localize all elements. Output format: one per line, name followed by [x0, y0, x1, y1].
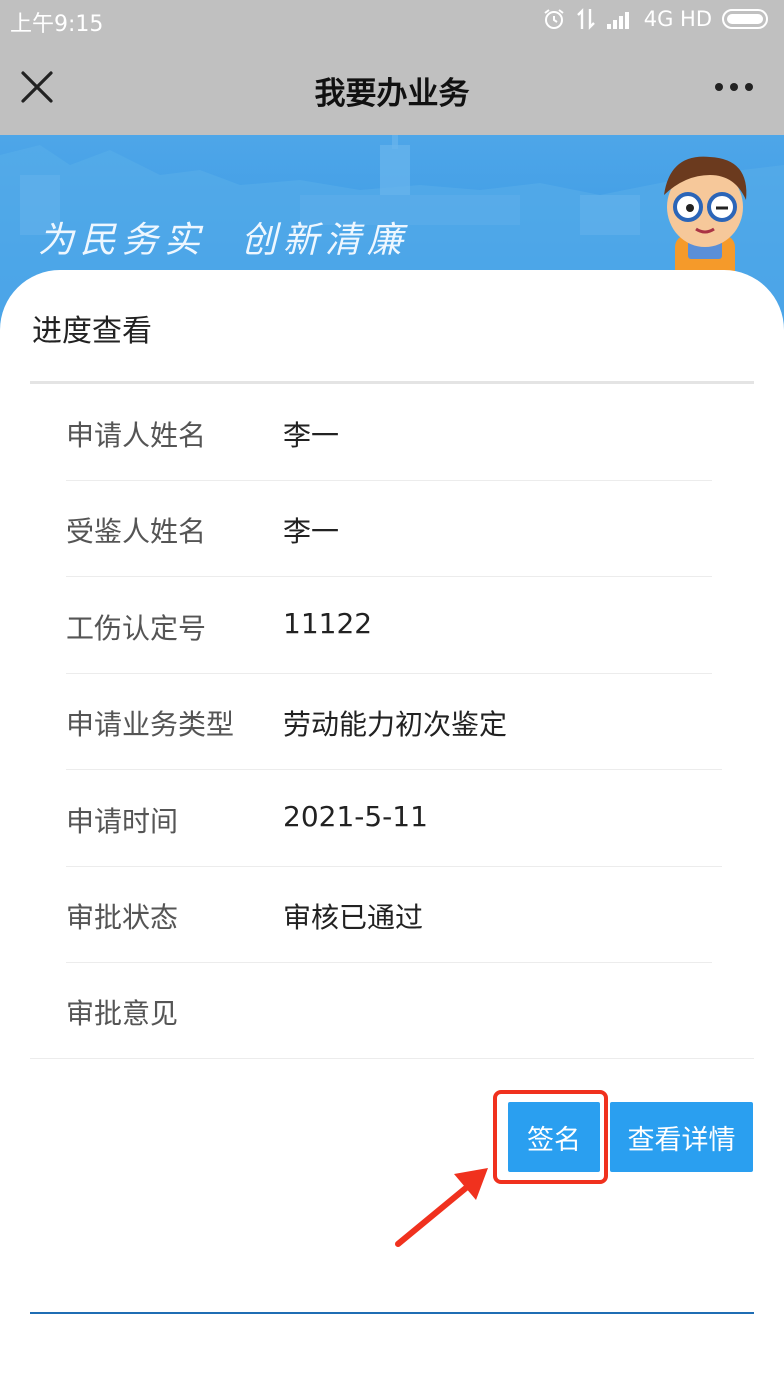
network-label: 4G HD: [643, 7, 712, 31]
bottom-divider: [30, 1312, 754, 1314]
row-applicant-name: 申请人姓名 李一: [66, 384, 712, 481]
row-value: 2021-5-11: [283, 800, 428, 833]
row-value: 11122: [283, 607, 373, 640]
row-value: 劳动能力初次鉴定: [283, 708, 508, 741]
data-transfer-icon: [576, 8, 595, 30]
row-label: 审批意见: [66, 997, 179, 1030]
row-apply-time: 申请时间 2021-5-11: [66, 770, 722, 867]
status-icons: 4G HD: [542, 6, 772, 32]
highlight-box: [493, 1090, 608, 1184]
row-approval-status: 审批状态 审核已通过: [66, 866, 712, 963]
card-title: 进度查看: [32, 314, 152, 349]
row-value: 审核已通过: [283, 901, 424, 934]
row-label: 工伤认定号: [66, 612, 207, 645]
row-label: 申请人姓名: [66, 419, 207, 452]
row-label: 受鉴人姓名: [66, 515, 207, 548]
row-approval-opinion: 审批意见: [66, 962, 712, 1058]
row-appraisee-name: 受鉴人姓名 李一: [66, 480, 712, 577]
nav-bar: 我要办业务: [0, 38, 784, 135]
status-bar: 上午9:15 4G HD: [0, 0, 784, 38]
banner-slogan: 为民务实 创新清廉: [38, 220, 409, 261]
signal-icon: [606, 12, 629, 29]
status-time: 上午9:15: [10, 12, 104, 37]
progress-card: 进度查看 申请人姓名 李一 受鉴人姓名 李一 工伤认定号 11122 申请业务类…: [0, 270, 784, 1396]
alarm-icon: [544, 9, 564, 29]
row-label: 审批状态: [66, 901, 179, 934]
row-value: 李一: [283, 515, 340, 548]
page-title: 我要办业务: [314, 76, 470, 112]
mascot-illustration: [664, 156, 747, 285]
row-label: 申请时间: [66, 805, 179, 838]
row-business-type: 申请业务类型 劳动能力初次鉴定: [66, 673, 722, 770]
row-value: 李一: [283, 419, 340, 452]
divider: [30, 1058, 754, 1059]
battery-icon: [722, 9, 768, 29]
row-label: 申请业务类型: [66, 708, 235, 741]
row-injury-id: 工伤认定号 11122: [66, 577, 712, 674]
view-details-button[interactable]: 查看详情: [610, 1102, 753, 1172]
annotation-arrow-icon: [395, 1168, 488, 1247]
more-icon[interactable]: [714, 82, 754, 92]
